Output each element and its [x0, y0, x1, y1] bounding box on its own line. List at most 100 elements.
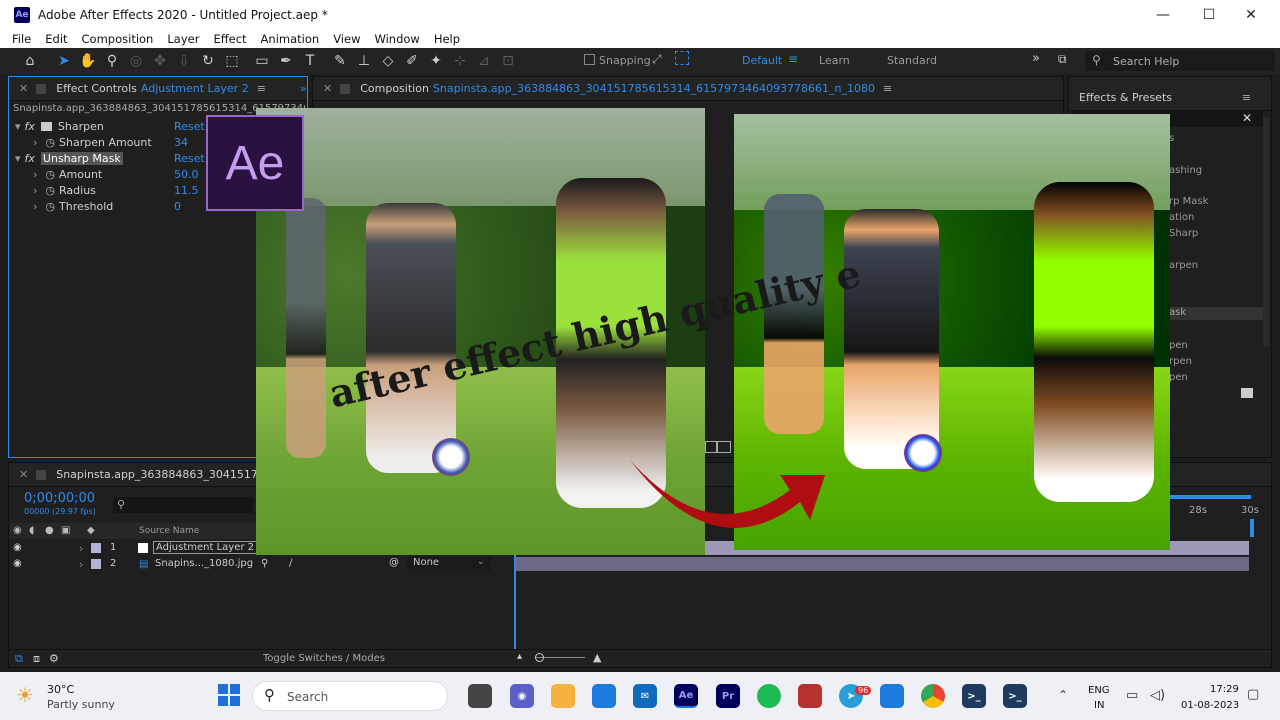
snap-features-icon[interactable]	[675, 51, 689, 65]
menu-file[interactable]: File	[12, 32, 31, 46]
preset-item[interactable]: arpen	[1169, 260, 1198, 271]
transfer-controls-icon[interactable]: ⧈	[33, 652, 40, 666]
effect-controls-tab[interactable]: Effect Controls	[56, 82, 137, 95]
audio-icon[interactable]: ◖	[29, 525, 34, 536]
preset-item-selected[interactable]: ask	[1167, 307, 1267, 320]
store-icon[interactable]	[592, 684, 616, 708]
spotify-icon[interactable]	[757, 684, 781, 708]
layer-bar[interactable]	[514, 557, 1249, 571]
timeline-search-input[interactable]	[113, 497, 253, 513]
snap-edges-icon[interactable]: ⤢	[652, 52, 662, 67]
weather-icon[interactable]: ☀	[16, 683, 34, 707]
roto-brush-icon[interactable]: ✐	[402, 51, 422, 71]
preset-item[interactable]: ation	[1169, 212, 1194, 223]
stopwatch-icon[interactable]: ◷	[45, 200, 55, 213]
menu-composition[interactable]: Composition	[82, 32, 154, 46]
stopwatch-icon[interactable]: ◷	[45, 136, 55, 149]
preset-item[interactable]: ashing	[1169, 165, 1202, 176]
chevron-down-icon[interactable]: ⌄	[477, 557, 485, 567]
dolly-camera-icon[interactable]: ⇩	[174, 51, 194, 71]
eye-icon[interactable]: ◉	[13, 558, 22, 569]
menu-animation[interactable]: Animation	[261, 32, 320, 46]
label-column-icon[interactable]: ◆	[87, 525, 95, 536]
layer-switches-icon[interactable]: ⧉	[15, 652, 23, 666]
premiere-taskbar-icon[interactable]: Pr	[716, 684, 740, 708]
terminal-icon[interactable]: >_	[1003, 684, 1027, 708]
reset-button[interactable]: Reset	[174, 152, 205, 165]
type-tool-icon[interactable]: T	[300, 51, 320, 71]
fx-icon[interactable]: fx	[25, 152, 35, 165]
composition-name[interactable]: Snapinsta.app_363884863_304151785615314_…	[433, 82, 875, 95]
current-timecode[interactable]: 0;00;00;00	[24, 491, 95, 506]
panel-expand-icon[interactable]: »	[300, 82, 307, 95]
preset-item[interactable]: rpen	[1169, 356, 1192, 367]
param-value[interactable]: 50.0	[174, 168, 199, 181]
zoom-tool-icon[interactable]: ⚲	[102, 51, 122, 71]
clear-search-icon[interactable]: ✕	[1242, 111, 1252, 125]
pen-tool-icon[interactable]: ✒	[276, 51, 296, 71]
zoom-out-icon[interactable]: ▴	[517, 651, 522, 662]
param-value[interactable]: 0	[174, 200, 181, 213]
snapping-checkbox[interactable]	[584, 54, 595, 65]
rectangle-tool-icon[interactable]: ▭	[252, 51, 272, 71]
source-name-header[interactable]: Source Name	[139, 526, 199, 536]
selection-tool-icon[interactable]: ➤	[54, 51, 74, 71]
expand-layer-icon[interactable]: ›	[79, 542, 83, 555]
composition-tab[interactable]: Composition	[360, 82, 429, 95]
workspace-menu-icon[interactable]: ≡	[788, 52, 798, 66]
eye-icon[interactable]: ◉	[13, 525, 22, 536]
brush-tool-icon[interactable]: ✎	[330, 51, 350, 71]
lock-icon[interactable]	[36, 83, 47, 94]
zoom-in-icon[interactable]: ▲	[593, 651, 601, 664]
stopwatch-icon[interactable]: ◷	[45, 184, 55, 197]
label-color-swatch[interactable]	[91, 559, 101, 569]
maximize-button[interactable]: ☐	[1186, 0, 1232, 30]
after-effects-taskbar-icon[interactable]: Ae	[674, 684, 698, 708]
file-explorer-icon[interactable]	[551, 684, 575, 708]
menu-layer[interactable]: Layer	[167, 32, 199, 46]
clock-date[interactable]: 01-08-2023	[1181, 700, 1239, 711]
workspace-default[interactable]: Default	[742, 54, 782, 67]
lock-icon[interactable]	[36, 469, 47, 480]
work-area-bar[interactable]	[1169, 495, 1251, 499]
layer-row[interactable]: ◉ › 2 ▤ Snapins..._1080.jpg ⚲ ∕ @ None ⌄	[9, 556, 514, 572]
workspace-learn[interactable]: Learn	[819, 54, 850, 67]
panel-menu-icon[interactable]: ≡	[1242, 91, 1251, 104]
windows-start-icon[interactable]	[218, 684, 240, 706]
preset-item[interactable]: pen	[1169, 340, 1188, 351]
solo-icon[interactable]: ●	[45, 525, 54, 536]
mail-icon[interactable]: ✉	[633, 684, 657, 708]
notepad-icon[interactable]	[880, 684, 904, 708]
label-color-swatch[interactable]	[91, 543, 101, 553]
lock-column-icon[interactable]: ▣	[61, 525, 70, 536]
expand-layer-icon[interactable]: ›	[79, 558, 83, 571]
lock-icon[interactable]	[340, 83, 351, 94]
eraser-tool-icon[interactable]: ◇	[378, 51, 398, 71]
close-tab-icon[interactable]: ✕	[19, 468, 28, 481]
effects-presets-title[interactable]: Effects & Presets	[1079, 91, 1172, 104]
taskbar-search-label[interactable]: Search	[287, 690, 328, 704]
orbit-camera-icon[interactable]: ◎	[126, 51, 146, 71]
network-icon[interactable]: ▭	[1126, 688, 1138, 703]
teams-icon[interactable]: ◉	[510, 684, 534, 708]
sync-settings-icon[interactable]: ⧉	[1058, 52, 1067, 67]
view-axis-icon[interactable]: ⊡	[498, 51, 518, 71]
timestretch-icon[interactable]: ⚙	[49, 652, 59, 665]
panel-menu-icon[interactable]: ≡	[257, 82, 266, 95]
rotate-tool-icon[interactable]: ↻	[198, 51, 218, 71]
layer-name[interactable]: Adjustment Layer 2	[153, 541, 258, 554]
preset-item[interactable]: rp Mask	[1169, 196, 1208, 207]
zoom-slider-thumb[interactable]	[535, 653, 544, 662]
workspace-standard[interactable]: Standard	[887, 54, 937, 67]
pan-camera-icon[interactable]: ✥	[150, 51, 170, 71]
hand-tool-icon[interactable]: ✋	[78, 51, 98, 71]
chrome-icon[interactable]	[921, 684, 945, 708]
preset-item[interactable]: Sharp	[1169, 228, 1198, 239]
local-axis-icon[interactable]: ⊹	[450, 51, 470, 71]
layer-name[interactable]: Snapins..._1080.jpg	[155, 558, 253, 569]
terminal-icon[interactable]: >_	[962, 684, 986, 708]
weather-desc[interactable]: Partly sunny	[47, 698, 115, 711]
more-workspaces-icon[interactable]: »	[1032, 51, 1040, 66]
quality-switch-icon[interactable]: ∕	[289, 558, 292, 569]
param-value[interactable]: 34	[174, 136, 188, 149]
